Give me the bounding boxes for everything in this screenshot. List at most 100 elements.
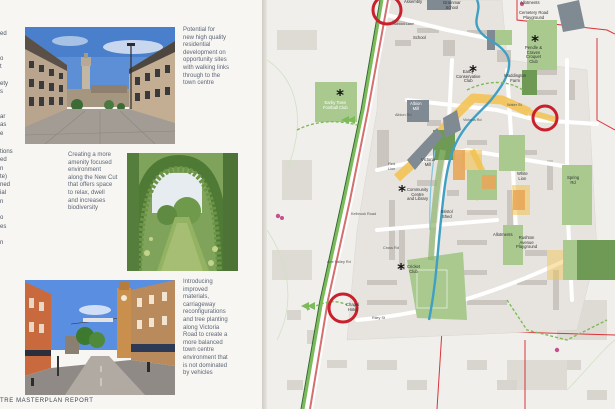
map-label-grammar-school: Grammar School: [443, 0, 461, 10]
map-label-chapel-hotel: Chapel Hotel: [346, 302, 359, 312]
cropped-edge-text: tions ed n te) ned ial n o es n: [0, 148, 16, 248]
text-line: to relax, dwell: [68, 189, 105, 196]
svg-text:*: *: [398, 182, 406, 200]
text-line: materials,: [183, 294, 210, 301]
map-label-albion-road: Albion Rd: [395, 113, 412, 117]
text-line: Club: [463, 78, 473, 84]
text-line: biodiversity: [68, 205, 99, 212]
text-line: town centre: [183, 80, 215, 87]
text-line: Playground: [516, 244, 538, 250]
svg-text:*: *: [397, 260, 405, 278]
text-line: Mill: [424, 161, 432, 167]
text-line: town centre: [183, 347, 215, 354]
text-line: along Victoria: [183, 324, 220, 331]
text-line: [0, 206, 16, 214]
map-label-victoria-mill: Victoria Mill: [421, 157, 435, 167]
text-line: as: [0, 122, 7, 129]
map-label-waddington-farm: Waddington Farm: [504, 73, 526, 83]
text-line: o: [0, 55, 4, 62]
text-line: reconfigurations: [183, 309, 226, 316]
map-label-community-centre-library: Community Centre and Library: [407, 187, 429, 202]
text-line: more balanced: [183, 339, 223, 346]
text-line: [0, 105, 16, 113]
map-label-earby-town-football-club: Earby Town Football Club: [323, 100, 348, 110]
photo-caption: Potential for new high quality residential…: [183, 27, 229, 88]
text-line: [0, 38, 16, 46]
text-line: es: [0, 223, 7, 230]
residential-development-photo: [25, 27, 175, 144]
text-line: [0, 47, 16, 55]
map-label-white-lion: White Lion: [517, 171, 528, 181]
text-line: [0, 231, 16, 239]
text-line: new high quality: [183, 34, 227, 41]
text-line: by vehicles: [183, 370, 213, 377]
text-line: ial: [0, 190, 7, 197]
text-line: n: [0, 240, 4, 247]
text-line: improved: [183, 286, 208, 293]
text-line: te): [0, 173, 8, 180]
text-line: amenity focused: [68, 159, 112, 166]
text-line: residential: [183, 42, 211, 49]
text-line: e: [0, 130, 4, 137]
map-label-spring-rd: Spring Rd: [567, 175, 579, 185]
text-line: [0, 96, 16, 104]
text-line: School: [445, 4, 459, 10]
text-line: Road to create a: [183, 332, 228, 339]
map-label-assembly: Assembly: [404, 0, 423, 4]
text-line: and increases: [68, 197, 106, 204]
text-line: Potential for: [183, 27, 216, 33]
text-line: Introducing: [183, 279, 213, 285]
text-line: carriageway: [183, 301, 216, 308]
text-line: Hotel: [347, 306, 358, 312]
text-line: Club: [409, 268, 418, 274]
text-line: environment that: [183, 354, 228, 361]
text-line: with walking links: [183, 64, 230, 71]
text-line: Shed: [441, 213, 452, 219]
report-footer: TRE MASTERPLAN REPORT: [0, 398, 94, 404]
text-line: along the New Cut: [68, 174, 118, 181]
map-label-riley-st: Riley St: [372, 316, 386, 320]
text-line: Lion: [388, 166, 396, 171]
map-label-school-lane: School Lane: [393, 22, 415, 26]
masterplan-map: * * * * * Assembly Grammar School School …: [267, 0, 615, 409]
photo-caption: Introducing improved materials, carriageway…: [183, 279, 228, 378]
text-line: is not dominated: [183, 362, 228, 369]
map-label-cemetery-road-playground: Cemetery Road Playground: [519, 10, 548, 20]
text-line: o: [0, 215, 4, 222]
map-label-pendle-craven-croquet-club: Pendle & Craven Croquet Club: [525, 45, 542, 64]
text-line: ety: [0, 80, 9, 87]
text-line: development on: [183, 49, 226, 56]
text-line: Farm: [510, 77, 520, 83]
text-line: Playground: [523, 14, 545, 20]
text-line: and Library: [407, 196, 429, 202]
text-line: Mill: [412, 105, 419, 111]
map-label-water-st: Water St: [507, 103, 522, 107]
text-line: ed: [0, 157, 7, 164]
map-label-kelbrook-road: Kelbrook Road: [351, 212, 377, 216]
text-line: n: [0, 198, 4, 205]
text-line: Rd: [570, 179, 576, 185]
text-line: Football Club: [323, 104, 348, 110]
text-line: t: [0, 64, 2, 71]
map-label-victoria-road: Victoria Rd: [463, 118, 482, 122]
left-page: ed ot ety s ar as e tions ed n te) ned ial n o es …: [0, 0, 262, 409]
text-line: ed: [0, 31, 7, 37]
text-line: n: [0, 165, 4, 172]
text-line: Club: [529, 58, 538, 64]
green-corridor-photo: [127, 153, 238, 271]
map-label-red-lion: Red Lion: [388, 162, 395, 171]
cropped-edge-text: ed ot ety s ar as e: [0, 30, 16, 138]
map-label-rushton-avenue-playground: Rushton Avenue Playground: [516, 235, 538, 250]
map-label-bristol-shed: Bristol Shed: [441, 209, 453, 219]
text-line: and tree planting: [183, 316, 228, 323]
text-line: s: [0, 89, 3, 96]
map-label-earby-conservative-club: Earby Conservative Club: [456, 69, 480, 84]
text-line: [0, 71, 16, 79]
map-label-cross-road: Cross Rd: [383, 246, 399, 250]
text-line: ar: [0, 113, 6, 120]
map-label-aire-valley-rd: Aire Valley Rd: [327, 260, 351, 264]
map-label-albion-mill: Albion Mill: [410, 101, 422, 111]
map-label-allotments-mid: Allotments: [493, 232, 513, 237]
text-line: opportunity sites: [183, 57, 227, 64]
map-label-cricket-club: Cricket Club: [407, 264, 420, 274]
